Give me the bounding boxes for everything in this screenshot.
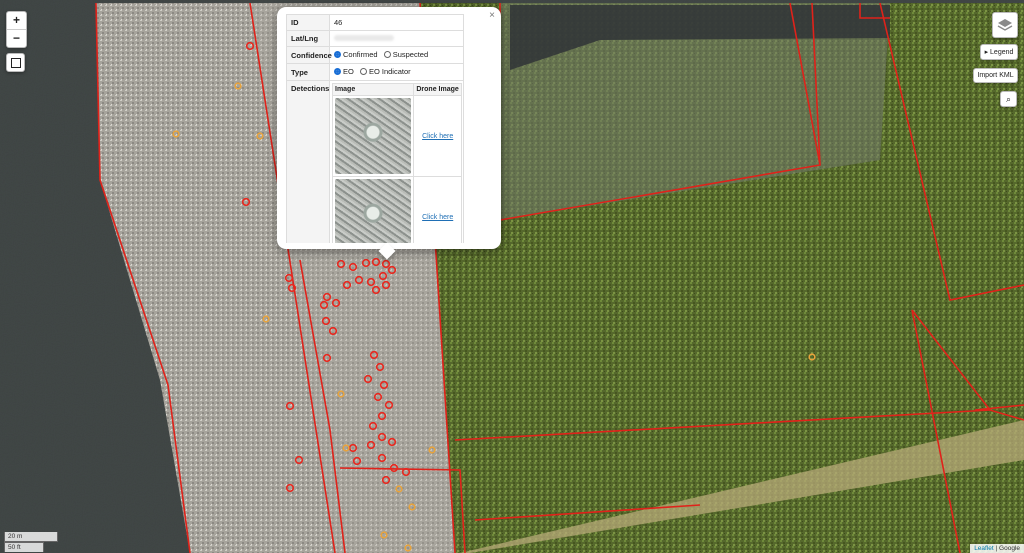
table-row: Click here	[331, 95, 462, 177]
drone-image-cell: Click here	[413, 176, 462, 243]
scale-metric: 20 m	[4, 532, 58, 542]
detections-table: Image Drone Image Click here Click here	[331, 83, 462, 243]
zoom-in-button[interactable]: +	[7, 12, 26, 29]
square-icon	[10, 57, 21, 68]
search-button[interactable]: ⌕	[1000, 91, 1017, 107]
drone-image-cell: Click here	[413, 95, 462, 177]
popup-content: ID 46 Lat/Lng Confidence Confirmed Suspe…	[286, 14, 464, 243]
layers-icon	[997, 19, 1013, 31]
satellite-imagery	[0, 0, 1024, 553]
radio-empty-icon	[383, 51, 391, 58]
type-eo-radio[interactable]: EO	[334, 67, 354, 76]
id-value: 46	[329, 14, 464, 31]
popup-close-button[interactable]: ×	[489, 10, 495, 21]
google-attribution: Google	[999, 545, 1020, 552]
leaflet-link[interactable]: Leaflet	[974, 545, 994, 552]
id-label: ID	[286, 14, 330, 31]
table-row: Click here	[331, 176, 462, 243]
drone-image-header: Drone Image	[413, 83, 462, 96]
search-icon: ⌕	[1005, 93, 1012, 104]
marker-popup: × ID 46 Lat/Lng Confidence Confirmed Sus…	[277, 7, 501, 260]
type-options: EO EO Indicator	[329, 63, 464, 81]
map-canvas[interactable]	[0, 0, 1024, 553]
radio-empty-icon	[359, 68, 367, 75]
redacted-value	[334, 35, 394, 41]
radio-selected-icon	[334, 51, 341, 58]
zoom-out-button[interactable]: −	[7, 29, 26, 47]
latlng-value	[329, 30, 464, 47]
image-header: Image	[331, 83, 415, 96]
confidence-label: Confidence	[286, 46, 332, 64]
drone-image-link[interactable]: Click here	[422, 214, 453, 221]
detections-label: Detections	[286, 80, 330, 243]
detection-thumbnail[interactable]	[335, 98, 411, 174]
legend-button[interactable]: ▸ Legend	[980, 44, 1018, 60]
type-label: Type	[286, 63, 330, 81]
latlng-label: Lat/Lng	[286, 30, 330, 47]
layers-button[interactable]	[992, 12, 1018, 38]
draw-rectangle-button[interactable]	[6, 53, 25, 72]
detection-thumbnail[interactable]	[335, 179, 411, 243]
detections-cell: Image Drone Image Click here Click here	[329, 80, 464, 243]
zoom-control: + −	[6, 11, 27, 48]
drone-image-link[interactable]: Click here	[422, 133, 453, 140]
type-eo-indicator-radio[interactable]: EO Indicator	[359, 67, 411, 76]
confidence-confirmed-radio[interactable]: Confirmed	[334, 50, 378, 59]
detection-image-cell	[331, 95, 415, 177]
radio-selected-icon	[334, 68, 341, 75]
map-attribution: Leaflet | Google	[970, 544, 1024, 553]
scale-imperial: 50 ft	[4, 542, 44, 552]
import-kml-button[interactable]: Import KML	[973, 68, 1018, 83]
detail-table: ID 46 Lat/Lng Confidence Confirmed Suspe…	[286, 14, 464, 243]
confidence-options: Confirmed Suspected	[329, 46, 464, 64]
detection-image-cell	[331, 176, 415, 243]
confidence-suspected-radio[interactable]: Suspected	[383, 50, 428, 59]
